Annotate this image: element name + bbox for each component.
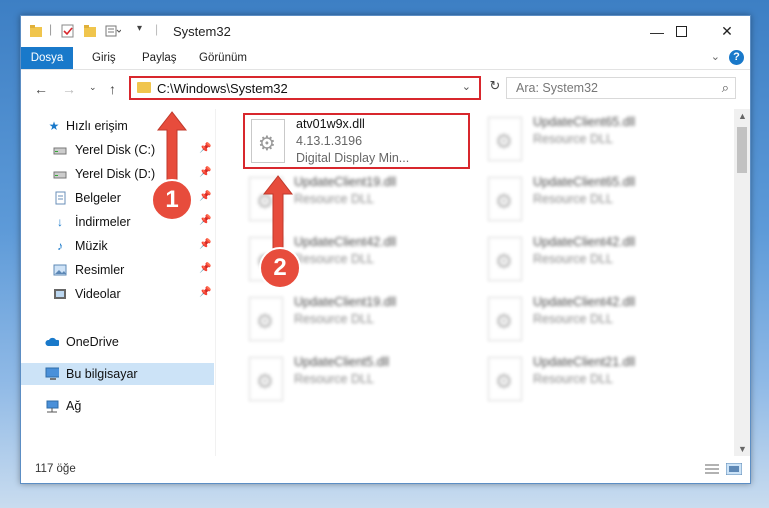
arrow-up-icon <box>262 175 294 253</box>
step-number-2: 2 <box>273 254 287 281</box>
arrow-up-icon <box>156 111 188 183</box>
step-annotations <box>151 111 301 289</box>
step-number-1: 1 <box>165 186 179 213</box>
